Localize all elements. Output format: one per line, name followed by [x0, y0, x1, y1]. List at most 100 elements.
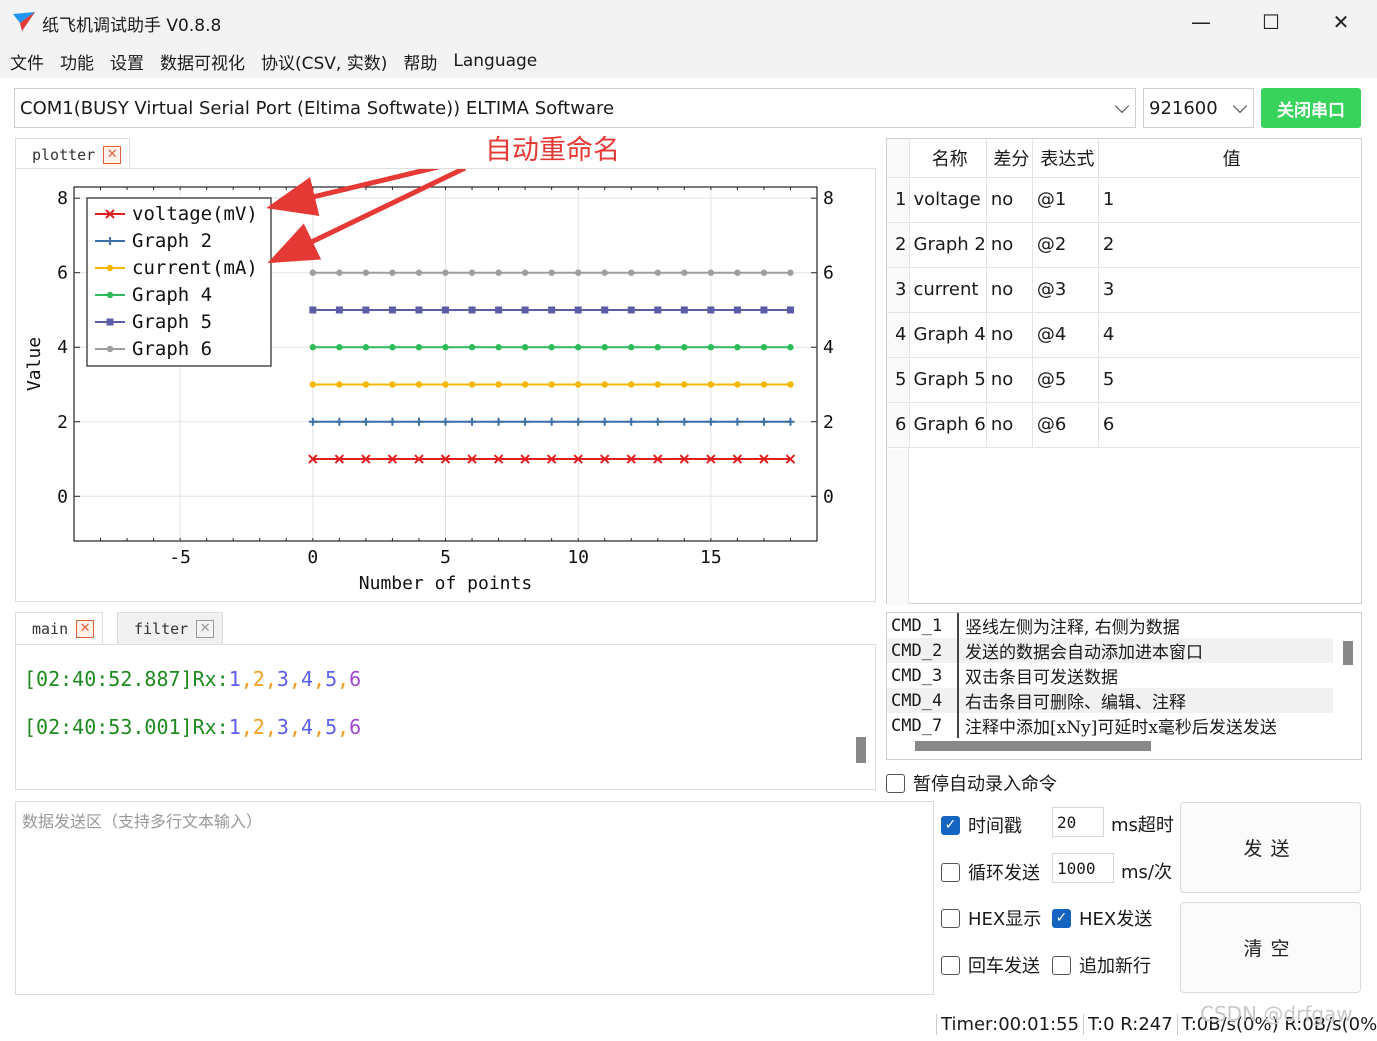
append-newline-checkbox[interactable]: 追加新行: [1052, 952, 1151, 978]
table-row[interactable]: 2 Graph 2 no @2 2: [887, 222, 1361, 268]
menu-help[interactable]: 帮助: [403, 49, 437, 74]
cell-name[interactable]: Graph 4: [909, 312, 987, 358]
menu-settings[interactable]: 设置: [110, 49, 144, 74]
timeout-input[interactable]: 20: [1052, 807, 1104, 837]
send-area[interactable]: [15, 801, 934, 995]
table-row[interactable]: 5 Graph 5 no @5 5: [887, 357, 1361, 403]
tab-main[interactable]: main ✕: [15, 612, 104, 644]
checkbox-box[interactable]: [886, 773, 905, 793]
maximize-button[interactable]: ☐: [1236, 0, 1306, 44]
loop-send-checkbox[interactable]: 循环发送: [941, 859, 1040, 885]
log-scrollbar-thumb[interactable]: [856, 737, 866, 763]
tab-plotter[interactable]: plotter ✕: [15, 138, 131, 170]
cell-name[interactable]: Graph 2: [909, 222, 987, 268]
cell-expression[interactable]: @2: [1032, 222, 1099, 268]
cell-value[interactable]: 4: [1098, 312, 1361, 358]
cell-value[interactable]: 3: [1098, 267, 1361, 313]
port-select[interactable]: COM1(BUSY Virtual Serial Port (Eltima So…: [14, 88, 1136, 128]
cell-diff[interactable]: no: [986, 312, 1033, 358]
cell-expression[interactable]: @6: [1032, 402, 1099, 448]
log-value: 4: [300, 667, 314, 691]
table-row[interactable]: 4 Graph 4 no @4 4: [887, 312, 1361, 358]
row-number[interactable]: 6: [887, 402, 910, 448]
cell-expression[interactable]: @5: [1032, 357, 1099, 403]
plot-panel[interactable]: -5 0 5 10 15 0 0 2 2 4 4 6 6 8 8 voltage(mV) Graph 2 cur…: [15, 158, 877, 603]
row-number[interactable]: 4: [887, 312, 910, 358]
table-row[interactable]: 1 voltage no @1 1: [887, 177, 1361, 223]
close-tab-icon[interactable]: ✕: [103, 145, 122, 164]
cell-diff[interactable]: no: [986, 267, 1033, 313]
checkbox-box[interactable]: [1052, 955, 1071, 975]
checkbox-box[interactable]: [941, 862, 960, 882]
check-icon[interactable]: ✓: [1052, 908, 1071, 928]
menu-protocol[interactable]: 协议(CSV, 实数): [261, 49, 387, 74]
append-newline-label: 追加新行: [1079, 956, 1151, 977]
row-number[interactable]: 2: [887, 222, 910, 268]
cell-name[interactable]: current: [909, 267, 987, 313]
cell-name[interactable]: Graph 6: [909, 402, 987, 448]
cell-diff[interactable]: no: [986, 357, 1033, 403]
auto-record-checkbox[interactable]: 暂停自动录入命令: [886, 770, 1057, 796]
tab-filter[interactable]: filter ✕: [117, 612, 224, 644]
column-header[interactable]: 表达式: [1032, 139, 1099, 178]
data-point: [574, 344, 582, 351]
close-port-button[interactable]: 关闭串口: [1261, 88, 1361, 128]
baud-select[interactable]: 921600: [1143, 88, 1254, 128]
cell-value[interactable]: 5: [1098, 357, 1361, 403]
cell-expression[interactable]: @1: [1032, 177, 1099, 223]
check-icon[interactable]: ✓: [941, 815, 960, 835]
column-header[interactable]: 名称: [909, 139, 987, 178]
receive-log[interactable]: [02:40:52.887]Rx:1,2,3,4,5,6 [02:40:53.00…: [15, 644, 876, 790]
y-tick-label: 6: [57, 263, 68, 284]
checkbox-box[interactable]: [941, 908, 960, 928]
x-tick-label: 5: [440, 547, 451, 568]
column-header[interactable]: 值: [1098, 139, 1361, 178]
table-row[interactable]: 6 Graph 6 no @6 6: [887, 402, 1361, 448]
cell-diff[interactable]: no: [986, 402, 1033, 448]
close-window-button[interactable]: ✕: [1306, 0, 1376, 44]
cell-expression[interactable]: @4: [1032, 312, 1099, 358]
hex-display-checkbox[interactable]: HEX显示: [941, 905, 1041, 931]
menu-function[interactable]: 功能: [60, 49, 94, 74]
cell-name[interactable]: voltage: [909, 177, 987, 223]
cell-name[interactable]: Graph 5: [909, 357, 987, 403]
send-input[interactable]: [16, 802, 933, 994]
row-number[interactable]: 1: [887, 177, 910, 223]
command-item[interactable]: CMD_1 竖线左侧为注释, 右侧为数据: [887, 613, 1333, 638]
close-tab-icon[interactable]: ✕: [196, 619, 215, 638]
command-item[interactable]: CMD_7 注释中添加[xNy]可延时x毫秒后发送发送: [887, 713, 1333, 738]
cell-expression[interactable]: @3: [1032, 267, 1099, 313]
log-value: 1: [228, 715, 241, 739]
row-number[interactable]: 5: [887, 357, 910, 403]
cell-value[interactable]: 2: [1098, 222, 1361, 268]
line-chart[interactable]: -5 0 5 10 15 0 0 2 2 4 4 6 6 8 8 voltage(mV) Graph 2 cur…: [16, 158, 877, 603]
cell-diff[interactable]: no: [986, 222, 1033, 268]
timestamp-checkbox[interactable]: ✓ 时间戳: [941, 812, 1022, 838]
variable-table[interactable]: 名称 差分 表达式 值 1 voltage no @1 1 2 Graph 2 no @2 2 3 c…: [886, 138, 1362, 605]
send-button[interactable]: 发送: [1180, 802, 1361, 893]
clear-button[interactable]: 清空: [1180, 902, 1361, 993]
enter-send-checkbox[interactable]: 回车发送: [941, 952, 1040, 978]
minimize-button[interactable]: —: [1166, 0, 1236, 44]
data-point: [521, 306, 529, 314]
data-point: [654, 306, 662, 314]
cmd-hscrollbar-thumb[interactable]: [915, 741, 1151, 751]
cmd-scrollbar-thumb[interactable]: [1343, 641, 1353, 665]
column-header[interactable]: 差分: [986, 139, 1033, 178]
checkbox-box[interactable]: [941, 955, 960, 975]
menu-language[interactable]: Language: [453, 51, 537, 71]
command-item[interactable]: CMD_4 右击条目可删除、编辑、注释: [887, 688, 1333, 713]
cell-diff[interactable]: no: [986, 177, 1033, 223]
command-item[interactable]: CMD_3 双击条目可发送数据: [887, 663, 1333, 688]
menu-visualization[interactable]: 数据可视化: [160, 49, 245, 74]
table-row[interactable]: 3 current no @3 3: [887, 267, 1361, 313]
cell-value[interactable]: 1: [1098, 177, 1361, 223]
row-number[interactable]: 3: [887, 267, 910, 313]
command-item[interactable]: CMD_2 发送的数据会自动添加进本窗口: [887, 638, 1333, 663]
menu-file[interactable]: 文件: [10, 49, 44, 74]
cell-value[interactable]: 6: [1098, 402, 1361, 448]
command-list[interactable]: CMD_1 竖线左侧为注释, 右侧为数据 CMD_2 发送的数据会自动添加进本窗口 CM…: [886, 612, 1362, 760]
hex-send-checkbox[interactable]: ✓ HEX发送: [1052, 905, 1152, 931]
close-tab-icon[interactable]: ✕: [76, 619, 95, 638]
loop-interval-input[interactable]: 1000: [1052, 853, 1114, 883]
